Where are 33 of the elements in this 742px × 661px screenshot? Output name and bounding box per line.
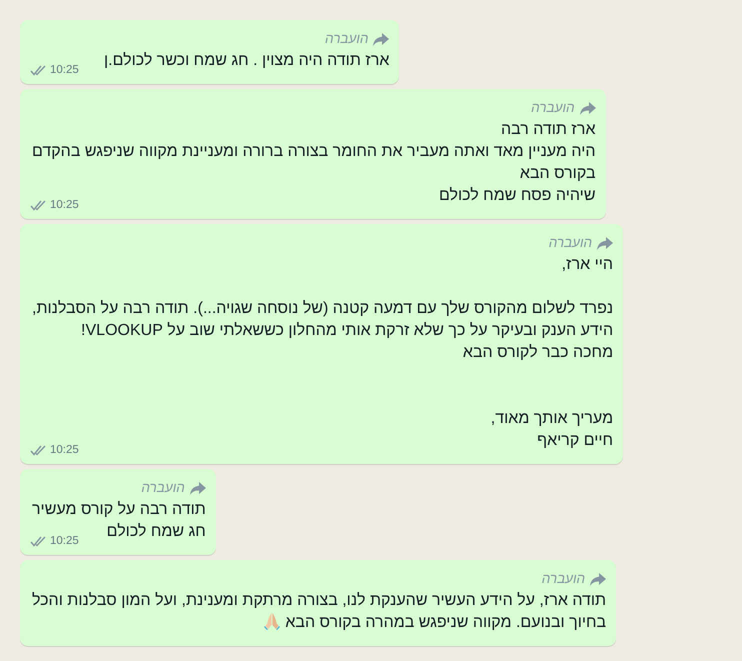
forwarded-label: הועברה: [325, 30, 368, 48]
forward-icon: [373, 32, 390, 46]
message-text: בחיוך ובנועם. מקווה שניפגש במהרה בקורס הבא: [285, 614, 606, 631]
forwarded-label: הועברה: [141, 479, 185, 497]
double-check-icon: [30, 445, 46, 456]
message-time: 10:25: [50, 443, 79, 458]
message-text: מעריך אותך מאוד,: [490, 410, 614, 427]
message-text: ארז תודה היה מצוין . חג שמח וכשר לכולם.ן: [104, 52, 390, 69]
double-check-icon: [30, 536, 46, 547]
forward-icon: [597, 236, 614, 250]
forward-icon: [580, 102, 596, 114]
message-time: 10:25: [50, 63, 79, 78]
message-time: 10:25: [50, 534, 79, 549]
message-text: היה מעניין מאד ואתה מעביר את החומר בצורה ברורה ומעניינת מקווה שניפגש בהקדם: [32, 143, 596, 160]
message-text: תודה ארז, על הידע העשיר שהענקת לנו, בצורה מרתקת ומענינת, ועל המון סבלנות והכל: [32, 592, 606, 609]
message-text: חיים קריאף: [537, 432, 614, 449]
message-text: ארז תודה רבה: [501, 121, 596, 138]
double-check-icon: [30, 200, 46, 211]
forward-icon: [190, 482, 206, 494]
forwarded-label: הועברה: [531, 99, 575, 117]
message-time: 10:25: [50, 198, 79, 213]
message-text: הידע הענק ובעיקר על כך שלא זרקת אותי מהחלון כששאלתי שוב על VLOOKUP!: [81, 322, 614, 339]
forwarded-label: הועברה: [548, 234, 592, 252]
message-text: בקורס הבא: [520, 165, 596, 182]
message-text: מחכה כבר לקורס הבא: [462, 344, 614, 361]
message-text: שיהיה פסח שמח לכולם: [439, 187, 596, 204]
double-check-icon: [30, 65, 46, 76]
message-text: חג שמח לכולם: [106, 523, 206, 540]
message-text: תודה רבה על קורס מעשיר: [32, 501, 206, 518]
message-text: נפרד לשלום מהקורס שלך עם דמעה קטנה (של נוסחה שגויה...). תודה רבה על הסבלנות,: [32, 300, 614, 317]
forwarded-label: הועברה: [542, 570, 586, 588]
forward-icon: [590, 572, 606, 586]
message-text: היי ארז,: [562, 256, 614, 273]
